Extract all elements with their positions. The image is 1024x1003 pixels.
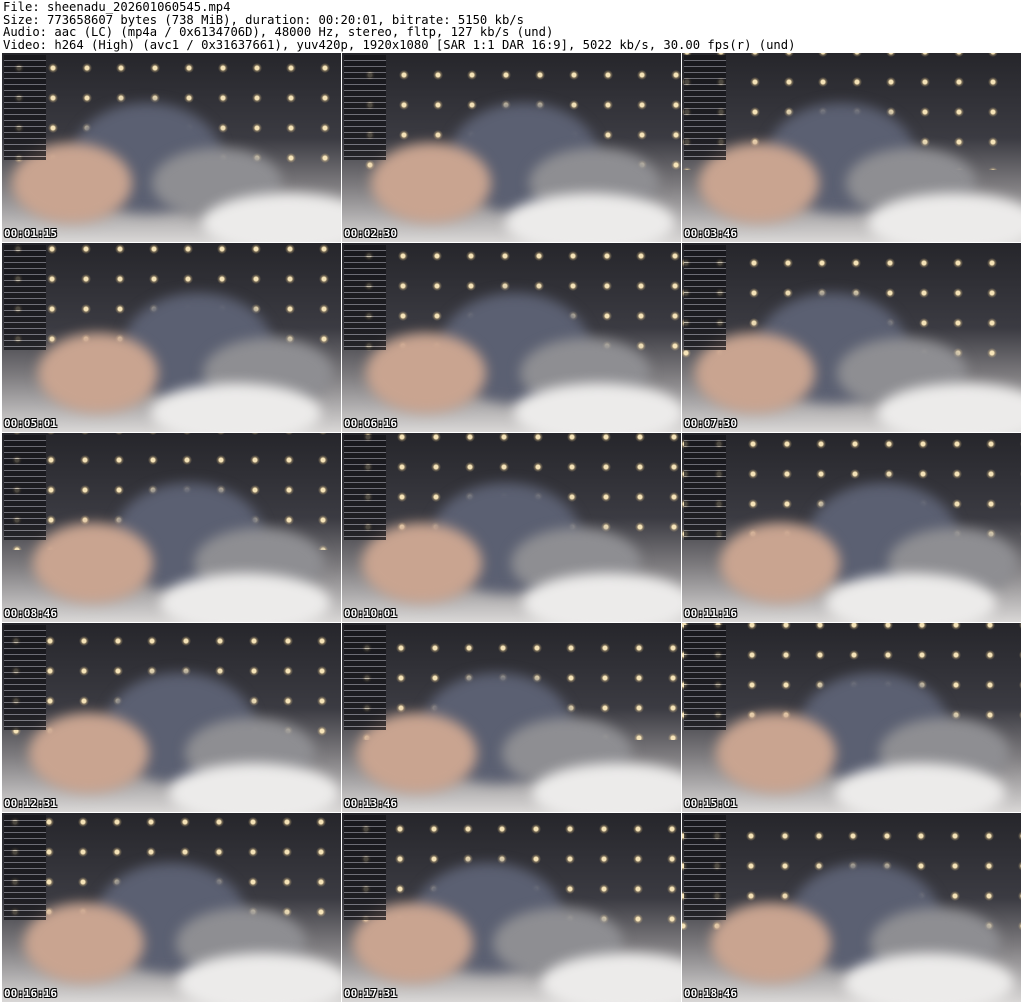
video-thumbnail: 00:11:16 bbox=[682, 433, 1021, 622]
stream-overlay-panel bbox=[344, 625, 386, 730]
thumbnail-timestamp: 00:01:15 bbox=[4, 227, 57, 240]
video-thumbnail: 00:06:16 bbox=[342, 243, 681, 432]
video-thumbnail: 00:01:15 bbox=[2, 53, 341, 242]
thumbnail-timestamp: 00:13:46 bbox=[344, 797, 397, 810]
video-thumbnail: 00:05:01 bbox=[2, 243, 341, 432]
stream-overlay-panel bbox=[344, 435, 386, 540]
stream-overlay-panel bbox=[344, 815, 386, 920]
thumbnail-timestamp: 00:03:46 bbox=[684, 227, 737, 240]
video-thumbnail: 00:12:31 bbox=[2, 623, 341, 812]
thumbnail-timestamp: 00:17:31 bbox=[344, 987, 397, 1000]
file-info-header: File: sheenadu_202601060545.mp4 Size: 773… bbox=[3, 1, 795, 51]
stream-overlay-panel bbox=[4, 245, 46, 350]
thumbnail-timestamp: 00:18:46 bbox=[684, 987, 737, 1000]
stream-overlay-panel bbox=[684, 245, 726, 350]
stream-overlay-panel bbox=[4, 435, 46, 540]
video-info: Video: h264 (High) (avc1 / 0x31637661), … bbox=[3, 37, 796, 52]
thumbnail-timestamp: 00:16:16 bbox=[4, 987, 57, 1000]
abstract-shape bbox=[370, 143, 491, 223]
audio-info: Audio: aac (LC) (mp4a / 0x6134706D), 480… bbox=[3, 25, 554, 40]
file-name: File: sheenadu_202601060545.mp4 bbox=[3, 0, 231, 14]
video-thumbnail: 00:17:31 bbox=[342, 813, 681, 1002]
thumbnail-timestamp: 00:08:46 bbox=[4, 607, 57, 620]
video-thumbnail: 00:07:30 bbox=[682, 243, 1021, 432]
thumbnail-grid: 00:01:15 00:02:30 00:03:46 00:05:01 00:06:16… bbox=[2, 53, 1021, 1002]
abstract-shape bbox=[28, 713, 149, 793]
thumbnail-timestamp: 00:12:31 bbox=[4, 797, 57, 810]
thumbnail-timestamp: 00:05:01 bbox=[4, 417, 57, 430]
video-thumbnail: 00:03:46 bbox=[682, 53, 1021, 242]
thumbnail-timestamp: 00:11:16 bbox=[684, 607, 737, 620]
stream-overlay-panel bbox=[344, 55, 386, 160]
stream-overlay-panel bbox=[684, 625, 726, 730]
abstract-shape bbox=[37, 333, 158, 413]
abstract-shape bbox=[169, 763, 339, 812]
thumbnail-timestamp: 00:06:16 bbox=[344, 417, 397, 430]
stream-overlay-panel bbox=[4, 815, 46, 920]
abstract-shape bbox=[715, 713, 836, 793]
video-thumbnail: 00:13:46 bbox=[342, 623, 681, 812]
abstract-shape bbox=[33, 523, 153, 603]
abstract-shape bbox=[720, 523, 840, 603]
thumbnail-timestamp: 00:07:30 bbox=[684, 417, 737, 430]
video-thumbnail: 00:18:46 bbox=[682, 813, 1021, 1002]
thumbnail-timestamp: 00:10:01 bbox=[344, 607, 397, 620]
video-thumbnail: 00:08:46 bbox=[2, 433, 341, 622]
video-thumbnail: 00:15:01 bbox=[682, 623, 1021, 812]
stream-overlay-panel bbox=[344, 245, 386, 350]
stream-overlay-panel bbox=[4, 625, 46, 730]
stream-overlay-panel bbox=[684, 815, 726, 920]
thumbnail-timestamp: 00:02:30 bbox=[344, 227, 397, 240]
stream-overlay-panel bbox=[684, 55, 726, 160]
video-thumbnail: 00:02:30 bbox=[342, 53, 681, 242]
video-thumbnail: 00:16:16 bbox=[2, 813, 341, 1002]
stream-overlay-panel bbox=[684, 435, 726, 540]
stream-overlay-panel bbox=[4, 55, 46, 160]
video-thumbnail: 00:10:01 bbox=[342, 433, 681, 622]
thumbnail-timestamp: 00:15:01 bbox=[684, 797, 737, 810]
abstract-shape bbox=[711, 903, 831, 983]
